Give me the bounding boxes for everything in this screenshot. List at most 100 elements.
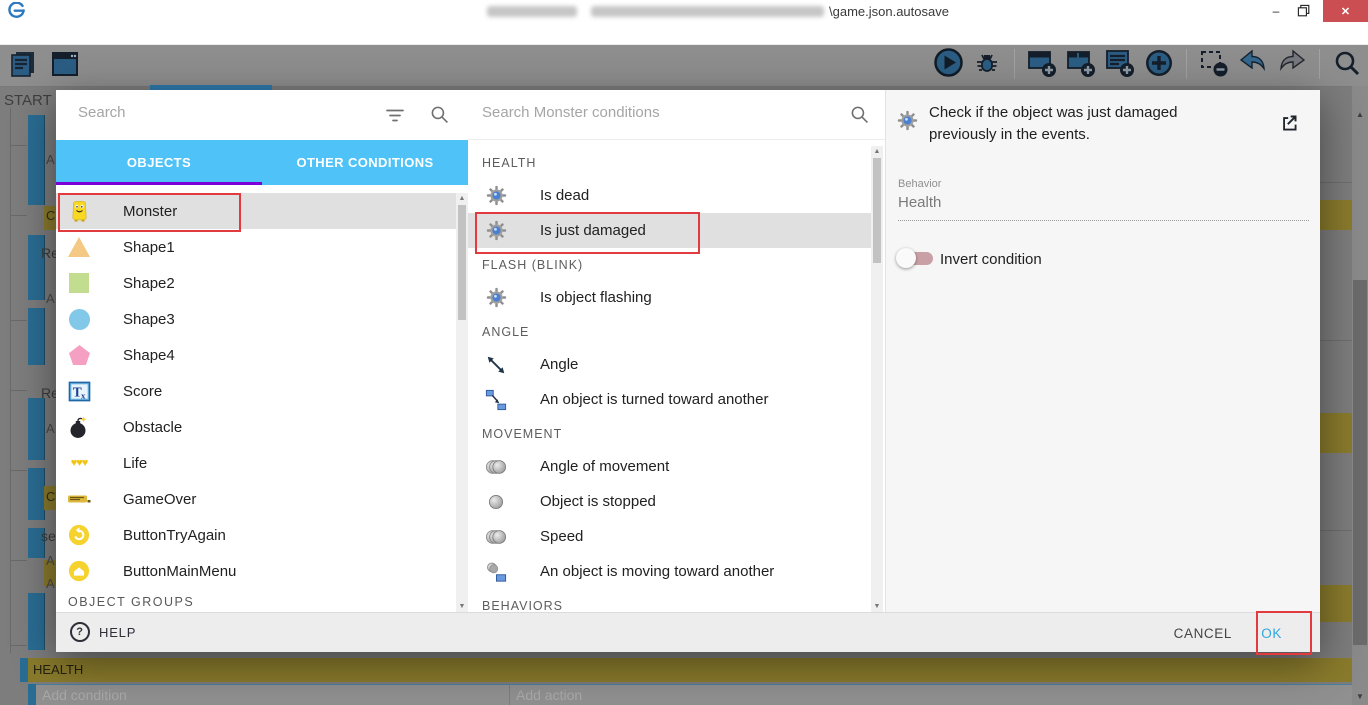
cancel-button[interactable]: CANCEL [1168, 625, 1238, 642]
scene-editor-button[interactable] [50, 49, 80, 81]
condition-detail-panel: Check if the object was just damaged pre… [885, 90, 1320, 612]
debug-icon [973, 49, 1001, 80]
scroll-down-icon[interactable]: ▼ [456, 603, 468, 610]
restore-button[interactable] [1296, 3, 1312, 19]
scrollbar-thumb[interactable] [873, 158, 881, 263]
help-button[interactable]: ? HELP [70, 622, 136, 642]
object-label: GameOver [123, 490, 197, 508]
scroll-up-icon[interactable]: ▲ [456, 195, 468, 202]
square-icon [66, 272, 92, 294]
object-row-shape3[interactable]: Shape3 [56, 301, 456, 337]
object-row-shape2[interactable]: Shape2 [56, 265, 456, 301]
invert-condition-toggle[interactable] [896, 248, 934, 268]
condition-row-is-object-flashing[interactable]: Is object flashing [468, 280, 871, 315]
event-tree-stub [10, 215, 27, 216]
undo-button[interactable] [1238, 48, 1268, 80]
tab-objects[interactable]: OBJECTS [56, 140, 262, 185]
hearts-icon: ♥♥♥ [70, 456, 89, 469]
event-sheet-text-fragment: A [46, 576, 55, 591]
event-bar [28, 468, 45, 520]
add-comment-button[interactable] [1105, 48, 1135, 80]
condition-search-input[interactable] [480, 103, 814, 122]
search-button[interactable] [1332, 48, 1362, 80]
condition-row-angle-of-movement[interactable]: Angle of movement [468, 449, 871, 484]
redo-button[interactable] [1277, 48, 1307, 80]
project-manager-button[interactable] [8, 49, 38, 81]
event-sheet-text-fragment: A [46, 152, 55, 167]
event-sheet-scrollbar[interactable]: ▲ ▼ [1352, 86, 1368, 705]
open-in-new-button[interactable] [1279, 113, 1299, 136]
add-new-button[interactable] [1144, 48, 1174, 80]
objects-scrollbar[interactable]: ▲ ▼ [456, 193, 468, 612]
condition-row-is-dead[interactable]: Is dead [468, 178, 871, 213]
object-label: Shape4 [123, 346, 175, 364]
delete-event-button[interactable] [1199, 48, 1229, 80]
scrollbar-thumb[interactable] [1353, 280, 1367, 645]
condition-label: Object is stopped [540, 493, 656, 510]
event-sheet-text-fragment: se [41, 528, 56, 544]
help-icon: ? [70, 622, 90, 642]
object-label: ButtonMainMenu [123, 562, 237, 580]
condition-row-an-object-is-moving-toward-another[interactable]: An object is moving toward another [468, 554, 871, 589]
scene-editor-icon [50, 49, 80, 82]
object-label: Shape2 [123, 274, 175, 292]
object-row-shape1[interactable]: Shape1 [56, 229, 456, 265]
condition-description: Check if the object was just damaged pre… [929, 104, 1178, 143]
object-row-buttonmainmenu[interactable]: ButtonMainMenu [56, 553, 456, 589]
preview-play-icon [933, 48, 963, 80]
object-label: Shape1 [123, 238, 175, 256]
monster-icon [66, 199, 92, 223]
movement-circles-icon [482, 456, 510, 478]
condition-label: Is just damaged [540, 222, 646, 239]
scroll-down-icon[interactable]: ▼ [871, 603, 883, 610]
event-bar [28, 398, 45, 460]
behavior-field-label: Behavior [898, 178, 942, 190]
condition-row-object-is-stopped[interactable]: Object is stopped [468, 484, 871, 519]
object-row-buttontryagain[interactable]: ButtonTryAgain [56, 517, 456, 553]
object-row-life[interactable]: ♥♥♥ Life [56, 445, 456, 481]
event-comment-band [1320, 413, 1352, 453]
object-label: Shape3 [123, 310, 175, 328]
condition-row-speed[interactable]: Speed [468, 519, 871, 554]
add-action-button[interactable]: Add action [510, 685, 1352, 705]
close-button[interactable]: ✕ [1323, 0, 1368, 22]
ok-button[interactable]: OK [1255, 625, 1288, 642]
add-condition-button[interactable]: Add condition [36, 685, 510, 705]
object-row-shape4[interactable]: Shape4 [56, 337, 456, 373]
add-subevent-button[interactable] [1066, 48, 1096, 80]
menu-bar [0, 22, 1368, 45]
conditions-scrollbar[interactable]: ▲ ▼ [871, 146, 883, 612]
condition-row-an-object-is-turned-toward-another[interactable]: An object is turned toward another [468, 382, 871, 417]
event-sheet-text-fragment: START [4, 92, 52, 109]
event-tree-stub [10, 645, 27, 646]
tab-other-conditions[interactable]: OTHER CONDITIONS [262, 140, 468, 185]
add-new-icon [1144, 48, 1174, 81]
object-row-gameover[interactable]: GameOver [56, 481, 456, 517]
event-sheet-text-fragment: A [46, 421, 55, 436]
scroll-up-icon[interactable]: ▲ [1352, 110, 1368, 119]
angle-icon [482, 354, 510, 376]
add-event-button[interactable] [1027, 48, 1057, 80]
object-row-monster[interactable]: Monster [56, 193, 456, 229]
search-icon [430, 105, 449, 129]
text-object-icon: Tx [66, 380, 92, 403]
minimize-button[interactable]: – [1268, 3, 1284, 19]
object-search-input[interactable] [76, 103, 370, 122]
scrollbar-thumb[interactable] [458, 205, 466, 320]
preview-play-button[interactable] [933, 48, 963, 80]
event-tree-stub [10, 390, 27, 391]
behavior-field-value[interactable]: Health [898, 194, 941, 211]
circle-icon [66, 308, 92, 331]
filter-icon[interactable] [386, 109, 404, 127]
scroll-down-icon[interactable]: ▼ [1352, 692, 1368, 701]
open-in-new-icon [1279, 115, 1299, 136]
home-button-icon [66, 560, 92, 582]
scroll-up-icon[interactable]: ▲ [871, 148, 883, 155]
debug-button[interactable] [972, 48, 1002, 80]
object-row-score[interactable]: Tx Score [56, 373, 456, 409]
object-row-obstacle[interactable]: Obstacle [56, 409, 456, 445]
condition-row-angle[interactable]: Angle [468, 347, 871, 382]
condition-row-is-just-damaged[interactable]: Is just damaged [468, 213, 871, 248]
condition-label: An object is turned toward another [540, 391, 769, 408]
svg-text:x: x [80, 390, 85, 400]
